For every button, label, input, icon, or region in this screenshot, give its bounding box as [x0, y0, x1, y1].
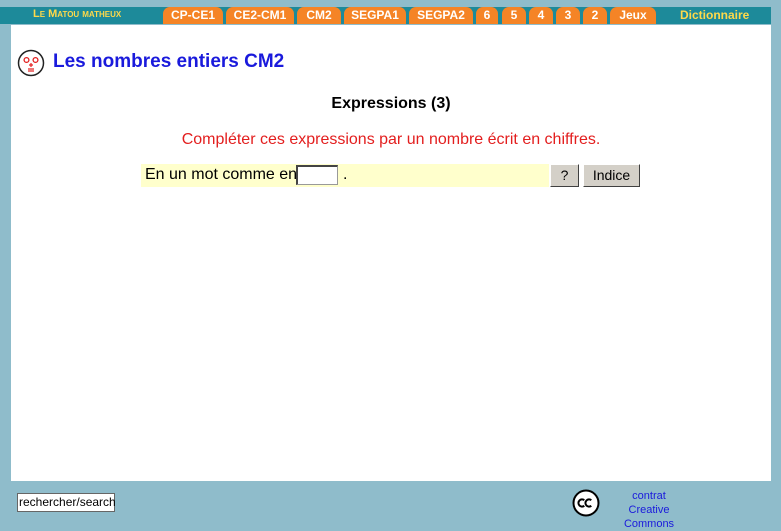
- content-panel: Les nombres entiers CM2 Expressions (3) …: [11, 25, 771, 481]
- search-input[interactable]: rechercher/search: [17, 493, 116, 512]
- answer-input[interactable]: [296, 165, 338, 185]
- cat-face-icon: [17, 49, 45, 77]
- tab-jeux[interactable]: Jeux: [610, 7, 656, 24]
- sentence-period: .: [343, 166, 348, 183]
- tab-3[interactable]: 3: [556, 7, 580, 24]
- tab-cm2[interactable]: CM2: [297, 7, 341, 24]
- page-title: Les nombres entiers CM2: [53, 51, 285, 72]
- instruction-text: Compléter ces expressions par un nombre …: [181, 131, 601, 148]
- tab-ce2-cm1[interactable]: CE2-CM1: [226, 7, 294, 24]
- tab-6[interactable]: 6: [476, 7, 498, 24]
- cc-line-1[interactable]: contrat: [604, 489, 694, 503]
- exercise-subtitle: Expressions (3): [331, 95, 451, 112]
- tab-2[interactable]: 2: [583, 7, 607, 24]
- tab-segpa2[interactable]: SEGPA2: [409, 7, 473, 24]
- dictionary-link[interactable]: Dictionnaire: [680, 8, 749, 22]
- help-button[interactable]: ?: [550, 164, 579, 187]
- brand-link[interactable]: Le Matou matheux: [33, 8, 121, 20]
- top-nav-bar: Le Matou matheux CP-CE1 CE2-CM1 CM2 SEGP…: [0, 7, 771, 24]
- exercise-prompt: En un mot comme en: [145, 166, 298, 183]
- hint-button[interactable]: Indice: [583, 164, 640, 187]
- tab-4[interactable]: 4: [529, 7, 553, 24]
- creative-commons-icon[interactable]: [572, 489, 600, 517]
- cc-line-2[interactable]: Creative Commons: [604, 503, 694, 531]
- tab-5[interactable]: 5: [502, 7, 526, 24]
- tab-segpa1[interactable]: SEGPA1: [344, 7, 406, 24]
- tab-cp-ce1[interactable]: CP-CE1: [163, 7, 223, 24]
- exercise-row: En un mot comme en .: [141, 164, 549, 187]
- creative-commons-link[interactable]: contrat Creative Commons: [604, 489, 694, 531]
